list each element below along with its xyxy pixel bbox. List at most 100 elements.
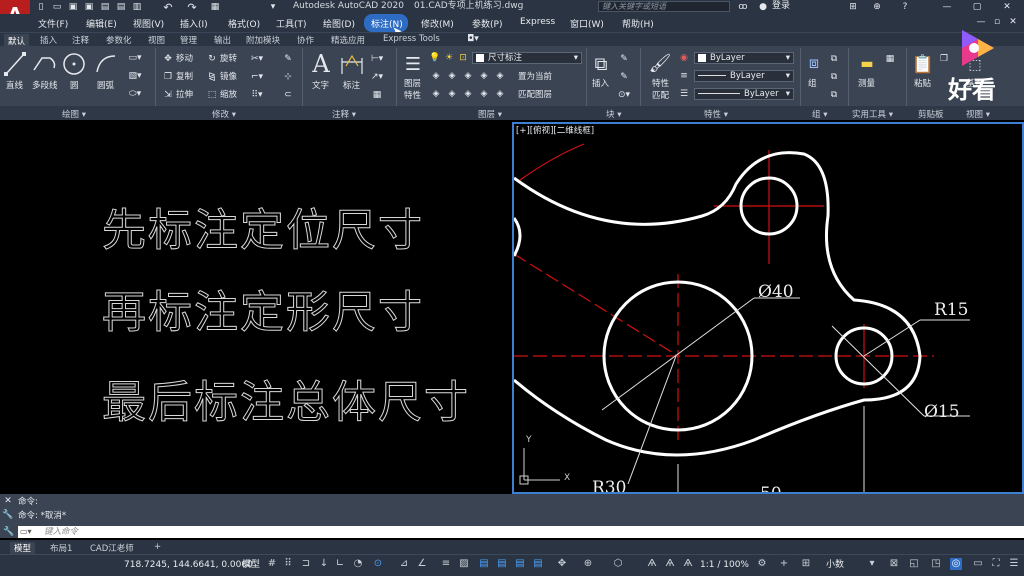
text-tool-icon[interactable]: A <box>310 50 332 78</box>
copy-label[interactable]: 复制 <box>176 73 193 82</box>
menu-modify[interactable]: 修改(M) <box>421 17 454 30</box>
hardware-acceleration-icon[interactable]: ▭ <box>972 558 984 570</box>
layer-dropdown[interactable]: 尺寸标注 ▾ <box>472 52 582 64</box>
command-input-icon[interactable]: ▭▾ <box>20 527 40 537</box>
arc-tool-label[interactable]: 圆弧 <box>97 82 114 91</box>
menu-window[interactable]: 窗口(W) <box>570 17 604 30</box>
line-tool-label[interactable]: 直线 <box>6 82 23 91</box>
rotate-label[interactable]: 旋转 <box>220 55 237 64</box>
isolate-objects-icon[interactable]: ◱ <box>908 558 920 570</box>
layer-bulb-icon[interactable]: 💡 <box>429 52 440 64</box>
redo-icon[interactable]: ↷ <box>186 1 198 14</box>
create-block-icon[interactable]: ✎ <box>618 53 630 65</box>
panel-title-draw[interactable]: 绘图 ▾ <box>62 108 86 120</box>
undo-icon[interactable]: ↶ <box>162 1 174 14</box>
workspace-icon[interactable]: ⬡ <box>612 558 624 570</box>
tab-featured-apps[interactable]: 精选应用 <box>331 34 365 46</box>
ungroup-icon[interactable]: ⧉ <box>828 53 840 65</box>
match-layer-label[interactable]: 匹配图层 <box>518 91 552 100</box>
layer-sun-icon[interactable]: ☀ <box>444 52 454 64</box>
gizmo-icon[interactable]: ✥ <box>556 558 568 570</box>
array-icon[interactable]: ⠿▾ <box>250 89 264 101</box>
model-space-toggle[interactable]: 模型 <box>242 561 260 570</box>
lineweight-dropdown[interactable]: ByLayer ▾ <box>694 88 794 100</box>
linear-dim-icon[interactable]: ⊢▾ <box>370 53 384 65</box>
menu-draw[interactable]: 绘图(D) <box>323 17 355 30</box>
rectangle-tool-icon[interactable]: ▭▾ <box>128 52 142 64</box>
3d-osnap-icon[interactable]: ▤ <box>496 558 508 570</box>
stretch-label[interactable]: 拉伸 <box>176 91 193 100</box>
menu-insert[interactable]: 插入(I) <box>180 17 208 30</box>
dimension-tool-icon[interactable] <box>340 52 364 76</box>
move-icon[interactable]: ✥ <box>162 53 174 65</box>
close-icon[interactable]: ✕ <box>1000 1 1014 13</box>
layer-tool-icon[interactable]: ◈ <box>446 70 458 82</box>
dim-label-50[interactable]: 50 <box>760 486 782 493</box>
layer-tool-icon[interactable]: ◈ <box>478 88 490 100</box>
maximize-icon[interactable]: ▢ <box>970 1 984 13</box>
tab-collaborate[interactable]: 协作 <box>297 34 314 46</box>
color-dropdown[interactable]: ByLayer ▾ <box>694 52 794 64</box>
osnap-icon[interactable]: ⊙ <box>372 558 384 570</box>
command-settings-icon[interactable]: 🔧 <box>2 510 14 520</box>
share-icon[interactable]: ▦ <box>210 2 220 12</box>
dynamic-ucs-icon[interactable]: ▤ <box>514 558 526 570</box>
annotation-scale-value[interactable]: 1:1 / 100% <box>700 561 749 570</box>
help-icon[interactable]: ? <box>900 2 910 12</box>
navigation-icon[interactable]: ⊞ <box>800 558 812 570</box>
leader-icon[interactable]: ↗▾ <box>370 71 384 83</box>
print-preview-icon[interactable]: ▤ <box>116 2 126 12</box>
fillet-icon[interactable]: ⌐▾ <box>250 71 264 83</box>
connect-icon[interactable]: ⊕ <box>872 2 882 12</box>
dim-label-d40[interactable]: Ø40 <box>758 284 794 301</box>
mirror-icon[interactable]: ⧎ <box>206 71 218 83</box>
infer-constraints-icon[interactable]: ⊐ <box>300 558 312 570</box>
tab-addins[interactable]: 附加模块 <box>246 34 280 46</box>
match-properties-label-2[interactable]: 匹配 <box>652 92 669 101</box>
circle-tool-icon[interactable] <box>62 52 86 76</box>
polyline-tool-icon[interactable] <box>32 54 58 74</box>
line-tool-icon[interactable] <box>4 52 26 76</box>
panel-title-layers[interactable]: 图层 ▾ <box>478 108 502 120</box>
panel-title-block[interactable]: 块 ▾ <box>606 108 621 120</box>
layer-tool-icon[interactable]: ◈ <box>462 88 474 100</box>
save-as-icon[interactable]: ▣ <box>84 2 94 12</box>
tab-parametric[interactable]: 参数化 <box>106 34 132 46</box>
color-wheel-icon[interactable]: ◉ <box>678 52 690 64</box>
offset-icon[interactable]: ⊂ <box>282 89 294 101</box>
tab-layout1[interactable]: 布局1 <box>46 542 76 554</box>
hatch-tool-icon[interactable]: ▧▾ <box>128 70 142 82</box>
menu-express[interactable]: Express <box>520 17 555 27</box>
tab-model[interactable]: 模型 <box>10 542 36 554</box>
copy-clip-icon[interactable]: ❐ <box>938 53 950 65</box>
layer-tool-icon[interactable]: ◈ <box>462 70 474 82</box>
layer-properties-label-1[interactable]: 图层 <box>404 80 421 89</box>
minimize-icon[interactable]: — <box>940 1 954 13</box>
open-icon[interactable]: ▭ <box>52 2 62 12</box>
isodraft-icon[interactable]: ⊿ <box>398 558 410 570</box>
table-icon[interactable]: ▦ <box>370 89 384 101</box>
units-display[interactable]: 小数 <box>826 561 844 570</box>
edit-block-icon[interactable]: ✎ <box>618 71 630 83</box>
calculator-icon[interactable]: ▦ <box>884 53 896 65</box>
rotate-icon[interactable]: ↻ <box>206 53 218 65</box>
set-current-layer-label[interactable]: 置为当前 <box>518 73 552 82</box>
dynamic-input-icon[interactable]: ↓ <box>318 558 330 570</box>
plus-icon[interactable]: + <box>778 558 790 570</box>
lineweight-icon[interactable]: ≡ <box>678 70 690 82</box>
trim-icon[interactable]: ✂▾ <box>250 53 264 65</box>
block-attr-icon[interactable]: ⊙▾ <box>618 89 630 101</box>
tab-output[interactable]: 输出 <box>214 34 231 46</box>
scale-icon[interactable]: ⬚ <box>206 89 218 101</box>
lock-ui-icon[interactable]: ⊠ <box>888 558 900 570</box>
quick-access-dropdown-icon[interactable]: ▾ <box>268 2 278 12</box>
ribbon-toggle-icon[interactable]: ◘▾ <box>466 33 480 44</box>
cursor-coordinates[interactable]: 718.7245, 144.6641, 0.0000 <box>124 561 253 570</box>
selection-cycling-icon[interactable]: ▤ <box>478 558 490 570</box>
add-layout-button[interactable]: + <box>150 542 165 552</box>
tab-view[interactable]: 视图 <box>148 34 165 46</box>
menu-format[interactable]: 格式(O) <box>228 17 260 30</box>
panel-title-clipboard[interactable]: 剪贴板 <box>918 108 944 120</box>
annotation-scale-icon[interactable]: Ѧ <box>646 558 658 570</box>
paste-label[interactable]: 粘贴 <box>914 80 931 89</box>
